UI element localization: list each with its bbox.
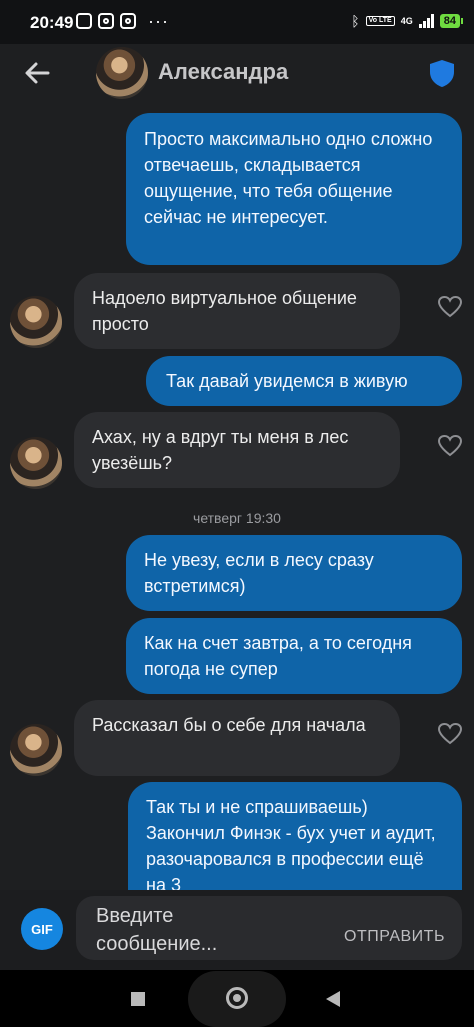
contact-name[interactable]: Александра bbox=[158, 59, 288, 85]
message-bubble-outgoing[interactable]: Не увезу, если в лесу сразу встретимся) bbox=[126, 535, 462, 611]
heart-icon[interactable] bbox=[437, 722, 463, 746]
battery-icon: 84 bbox=[439, 14, 464, 28]
heart-icon[interactable] bbox=[437, 295, 463, 319]
back-triangle-icon[interactable] bbox=[326, 991, 340, 1007]
message-bubble-incoming[interactable]: Рассказал бы о себе для начала bbox=[74, 700, 400, 776]
instagram-icon bbox=[98, 13, 114, 29]
date-separator: четверг 19:30 bbox=[193, 510, 281, 526]
gif-button[interactable]: GIF bbox=[21, 908, 63, 950]
status-bar: 20:49 ··· ᛒ Vo LTE 4G 84 bbox=[0, 0, 474, 44]
system-icons: ᛒ Vo LTE 4G 84 bbox=[351, 13, 464, 29]
more-notifications-icon: ··· bbox=[148, 11, 169, 31]
message-bubble-outgoing[interactable]: Просто максимально одно сложно отвечаешь… bbox=[126, 113, 462, 265]
message-notification-icon bbox=[76, 13, 92, 29]
shield-icon[interactable] bbox=[428, 58, 456, 88]
volte-icon: Vo LTE bbox=[365, 16, 395, 26]
bluetooth-icon: ᛒ bbox=[351, 13, 360, 29]
notification-icons: ··· bbox=[76, 11, 169, 31]
network-type: 4G bbox=[400, 16, 413, 26]
message-bubble-incoming[interactable]: Надоело виртуальное общение просто bbox=[74, 273, 400, 349]
message-input-placeholder[interactable]: Введите сообщение... bbox=[96, 902, 296, 958]
message-avatar[interactable] bbox=[10, 437, 62, 489]
message-bubble-incoming[interactable]: Ахах, ну а вдруг ты меня в лес увезёшь? bbox=[74, 412, 400, 488]
instagram-icon-2 bbox=[120, 13, 136, 29]
status-time: 20:49 bbox=[30, 13, 74, 32]
contact-avatar[interactable] bbox=[96, 47, 148, 99]
message-bubble-outgoing[interactable]: Как на счет завтра, а то сегодня погода … bbox=[126, 618, 462, 694]
arrow-left-icon[interactable] bbox=[20, 56, 54, 90]
signal-icon bbox=[418, 14, 434, 28]
home-icon[interactable] bbox=[226, 987, 248, 1009]
message-avatar[interactable] bbox=[10, 296, 62, 348]
message-avatar[interactable] bbox=[10, 724, 62, 776]
recents-icon[interactable] bbox=[131, 992, 145, 1006]
message-bubble-outgoing[interactable]: Так давай увидемся в живую bbox=[146, 356, 462, 406]
heart-icon[interactable] bbox=[437, 434, 463, 458]
send-button[interactable]: ОТПРАВИТЬ bbox=[344, 928, 445, 946]
